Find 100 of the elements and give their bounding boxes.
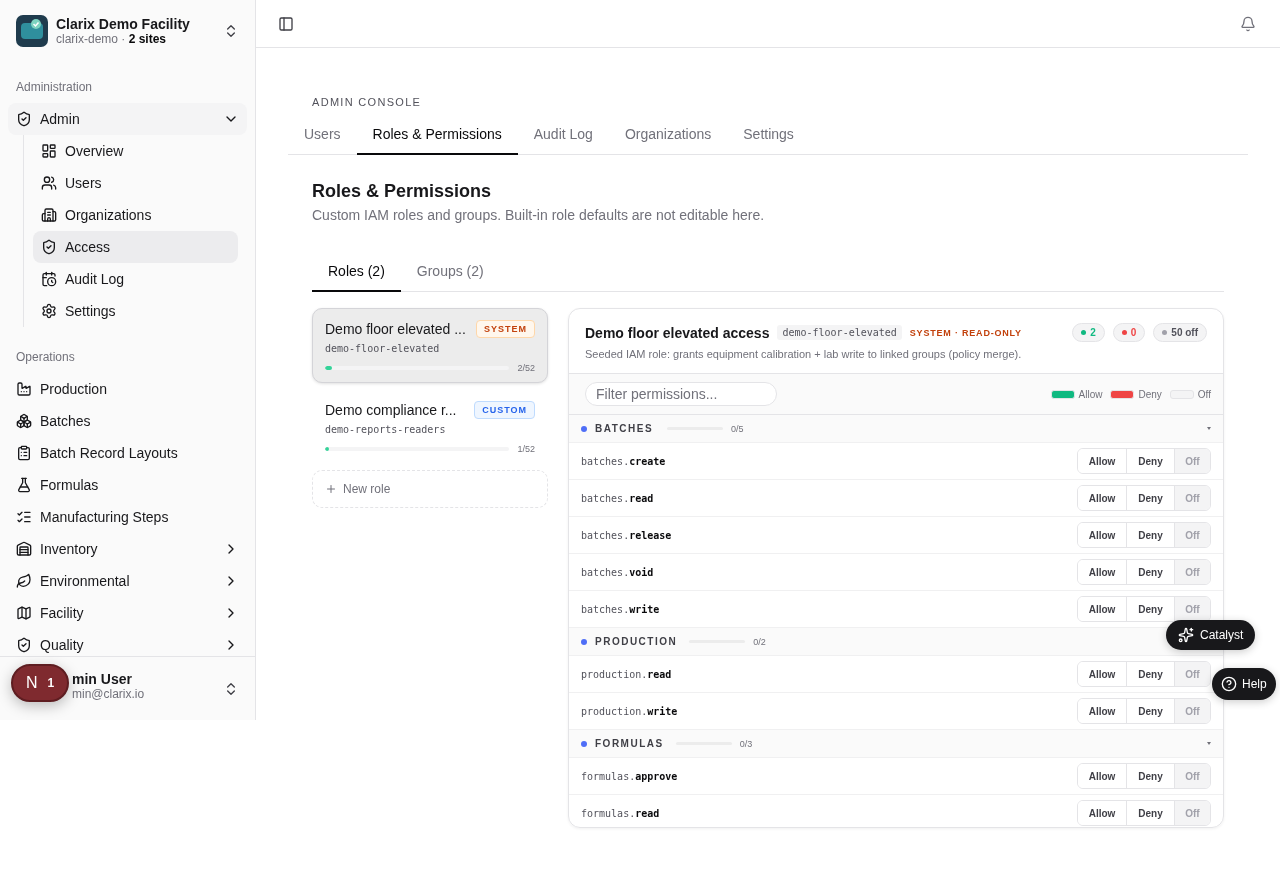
warehouse-icon bbox=[16, 541, 32, 557]
permission-name: formulas.read bbox=[581, 807, 660, 819]
help-icon bbox=[1221, 676, 1237, 692]
console-tab[interactable]: Users bbox=[288, 116, 357, 155]
sidebar-item[interactable]: Overview bbox=[33, 135, 238, 167]
sidebar-item[interactable]: Batches bbox=[8, 405, 247, 437]
sidebar-item[interactable]: Manufacturing Steps bbox=[8, 501, 247, 533]
permission-name: batches.release bbox=[581, 529, 672, 541]
factory-icon bbox=[16, 381, 32, 397]
permission-name: batches.create bbox=[581, 455, 666, 467]
role-type-badge: CUSTOM bbox=[474, 401, 535, 419]
sparkles-icon bbox=[1178, 627, 1194, 643]
group-count: 0/5 bbox=[731, 423, 745, 434]
console-eyebrow: ADMIN CONSOLE bbox=[311, 96, 423, 108]
permission-name: batches.read bbox=[581, 492, 654, 504]
role-status: SYSTEM · READ-ONLY bbox=[909, 327, 1023, 338]
map-icon bbox=[16, 605, 32, 621]
permission-name: batches.write bbox=[581, 603, 660, 615]
flask-icon bbox=[16, 477, 32, 493]
caret-icon bbox=[1207, 742, 1211, 745]
settings-icon bbox=[41, 303, 57, 319]
group-count: 0/3 bbox=[739, 738, 754, 749]
sidebar-item[interactable]: Inventory bbox=[8, 533, 247, 565]
role-slug: demo-floor-elevated bbox=[325, 343, 441, 354]
group-dot bbox=[581, 638, 587, 645]
sidebar-item[interactable]: Quality bbox=[8, 629, 247, 656]
role-count: 1/52 bbox=[517, 444, 535, 454]
permission-name: production.read bbox=[581, 668, 672, 680]
clipboard-list-icon bbox=[16, 445, 32, 461]
sidebar-item[interactable]: Settings bbox=[33, 295, 238, 327]
group-dot bbox=[581, 740, 587, 747]
sidebar-item[interactable]: Users bbox=[33, 167, 238, 199]
sidebar-toggle-icon[interactable] bbox=[278, 15, 294, 32]
group-name: BATCHES bbox=[595, 423, 655, 434]
permission-name: formulas.approve bbox=[581, 770, 678, 782]
assistant-button[interactable]: Catalyst bbox=[1166, 620, 1256, 650]
role-card[interactable]: Demo floor elevated ... SYSTEM demo-floor-elevated 2/52 bbox=[312, 308, 548, 383]
group-header[interactable]: FORMULAS 0/3 bbox=[569, 730, 1223, 758]
roles-tab[interactable]: Roles (2) bbox=[312, 253, 401, 292]
count-chip: 0 bbox=[1112, 323, 1146, 342]
legend-item: Deny bbox=[1110, 388, 1162, 400]
role-count: 2/52 bbox=[517, 363, 535, 373]
sidebar-item[interactable]: Batch Record Layouts bbox=[8, 437, 247, 469]
legend-item: Allow bbox=[1050, 388, 1103, 400]
overview-grid-icon bbox=[41, 143, 57, 159]
count-chip: 2 bbox=[1072, 323, 1105, 342]
building-icon bbox=[41, 207, 57, 223]
role-slug: demo-reports-readers bbox=[325, 424, 447, 435]
page-title: Roles & Permissions bbox=[312, 181, 493, 202]
section-title: Operations bbox=[15, 349, 76, 366]
permission-name: batches.void bbox=[581, 566, 654, 578]
list-checks-icon bbox=[16, 509, 32, 525]
workspace-slug: clarix-demo · 2 sites bbox=[56, 32, 168, 46]
new-role-button[interactable]: New role bbox=[312, 470, 548, 508]
console-tab[interactable]: Settings bbox=[727, 116, 810, 155]
calendar-clock-icon bbox=[41, 271, 57, 287]
sidebar-item[interactable]: Production bbox=[8, 373, 247, 405]
console-tab[interactable]: Roles & Permissions bbox=[356, 116, 518, 155]
boxes-icon bbox=[16, 413, 32, 429]
workspace-name: Clarix Demo Facility bbox=[56, 16, 191, 32]
role-card[interactable]: Demo compliance r... CUSTOM demo-reports-readers 1/52 bbox=[312, 389, 548, 464]
group-count: 0/2 bbox=[753, 636, 767, 647]
count-chip: 50 off bbox=[1153, 323, 1207, 342]
dev-tools-badge[interactable]: N 1 bbox=[11, 664, 69, 702]
sidebar-item[interactable]: Audit Log bbox=[33, 263, 238, 295]
role-title: Demo floor elevated access bbox=[585, 324, 770, 341]
users-icon bbox=[41, 175, 57, 191]
help-button[interactable]: Help bbox=[1212, 668, 1276, 700]
group-name: FORMULAS bbox=[595, 738, 665, 749]
page-subtitle: Custom IAM roles and groups. Built-in role defaults are not editable here. bbox=[312, 207, 766, 223]
shield-check-icon bbox=[16, 637, 32, 653]
sidebar-item[interactable]: Formulas bbox=[8, 469, 247, 501]
console-tab[interactable]: Audit Log bbox=[517, 116, 609, 155]
caret-icon bbox=[1207, 427, 1211, 430]
role-type-badge: SYSTEM bbox=[476, 320, 535, 338]
section-title: Administration bbox=[15, 79, 94, 96]
roles-tab[interactable]: Groups (2) bbox=[400, 253, 500, 292]
group-dot bbox=[581, 425, 587, 432]
sidebar-item[interactable]: Environmental bbox=[8, 565, 247, 597]
sidebar-item[interactable]: Facility bbox=[8, 597, 247, 629]
leaf-icon bbox=[16, 573, 32, 589]
user-name: min User bbox=[72, 670, 133, 687]
role-name: Demo compliance r... bbox=[325, 402, 457, 418]
role-description: Seeded IAM role: grants equipment calibration + lab write to linked groups (policy merge). bbox=[585, 348, 1023, 360]
permission-name: production.write bbox=[581, 705, 678, 717]
group-header[interactable]: BATCHES 0/5 bbox=[569, 415, 1223, 443]
role-name: Demo floor elevated ... bbox=[325, 321, 466, 337]
sidebar-item[interactable]: Access bbox=[33, 231, 238, 263]
shield-check-icon bbox=[16, 111, 32, 127]
console-tab[interactable]: Organizations bbox=[608, 116, 728, 155]
legend-item: Off bbox=[1169, 388, 1211, 400]
user-email: min@clarix.io bbox=[72, 686, 146, 701]
group-name: PRODUCTION bbox=[595, 636, 679, 647]
shield-check-icon bbox=[41, 239, 57, 255]
facility-logo bbox=[16, 15, 48, 47]
role-slug: demo-floor-elevated bbox=[777, 325, 902, 340]
sidebar-item[interactable]: Organizations bbox=[33, 199, 238, 231]
bell-icon[interactable] bbox=[1240, 15, 1256, 32]
sidebar-item[interactable]: Admin bbox=[8, 103, 247, 135]
filter-field[interactable]: Filter permissions... bbox=[585, 382, 777, 406]
